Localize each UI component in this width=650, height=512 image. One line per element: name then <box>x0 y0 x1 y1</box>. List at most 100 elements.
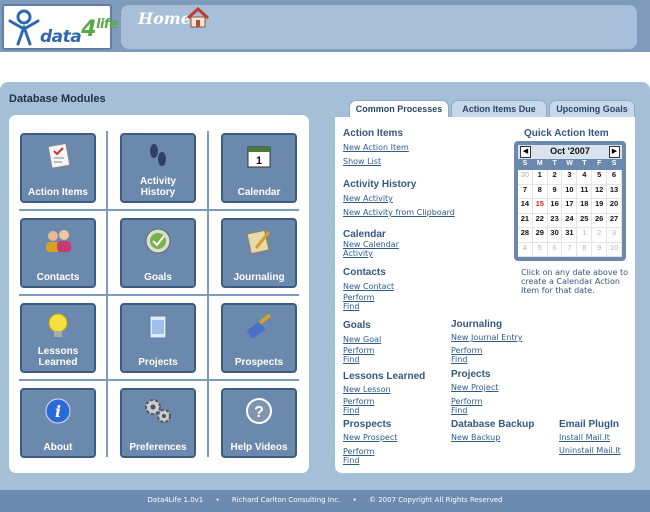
calendar-activity-link[interactable]: Activity <box>343 249 373 258</box>
install-mail-it-link[interactable]: Install Mail.It <box>559 433 610 442</box>
calendar-day[interactable]: 30 <box>547 228 563 243</box>
calendar-day[interactable]: 5 <box>532 242 548 257</box>
calendar-day[interactable]: 8 <box>577 242 593 257</box>
calendar-day[interactable]: 3 <box>607 228 622 243</box>
lessons-find-link[interactable]: Find <box>343 406 359 415</box>
calendar-day[interactable]: 28 <box>518 228 533 243</box>
calendar-day[interactable]: 25 <box>577 213 593 228</box>
calendar-day[interactable]: 18 <box>577 199 593 214</box>
new-backup-link[interactable]: New Backup <box>451 433 500 442</box>
calendar-month-label: Oct '2007 <box>550 146 590 156</box>
lessons-perform-link[interactable]: Perform <box>343 397 374 406</box>
calendar-day[interactable]: 1 <box>577 228 593 243</box>
database-backup-heading: Database Backup <box>451 419 535 430</box>
home-icon[interactable] <box>186 7 210 29</box>
new-journal-entry-link[interactable]: New Journal Entry <box>451 333 523 342</box>
projects-perform-link[interactable]: Perform <box>451 397 482 406</box>
new-activity-clipboard-link[interactable]: New Activity from Clipboard <box>343 208 455 217</box>
module-prospects[interactable]: Prospects <box>221 303 297 373</box>
module-journaling[interactable]: Journaling <box>221 218 297 288</box>
calendar-day[interactable]: 15 <box>532 199 548 214</box>
calendar-day[interactable]: 12 <box>592 184 608 199</box>
new-lesson-link[interactable]: New Lesson <box>343 385 391 394</box>
module-lessons-learned[interactable]: Lessons Learned <box>20 303 96 373</box>
module-help-videos[interactable]: ? Help Videos <box>221 388 297 458</box>
new-goal-link[interactable]: New Goal <box>343 335 381 344</box>
module-preferences[interactable]: Preferences <box>120 388 196 458</box>
paintbrush-icon <box>246 313 272 339</box>
prospects-find-link[interactable]: Find <box>343 456 359 465</box>
calendar-day[interactable]: 4 <box>518 242 533 257</box>
calendar-day[interactable]: 17 <box>562 199 578 214</box>
weekday-label: F <box>597 160 602 167</box>
new-activity-link[interactable]: New Activity <box>343 194 393 203</box>
calendar-day[interactable]: 30 <box>518 170 533 185</box>
app-logo[interactable]: data4life <box>2 4 118 50</box>
calendar-day[interactable]: 26 <box>592 213 608 228</box>
calendar-day[interactable]: 20 <box>607 199 622 214</box>
tab-action-items-due[interactable]: Action Items Due <box>451 100 547 117</box>
activity-history-heading: Activity History <box>343 179 417 190</box>
calendar-day[interactable]: 11 <box>577 184 593 199</box>
svg-text:1: 1 <box>256 155 262 167</box>
calendar-day[interactable]: 10 <box>607 242 622 257</box>
calendar-day[interactable]: 21 <box>518 213 533 228</box>
calendar-day[interactable]: 7 <box>562 242 578 257</box>
calendar-day[interactable]: 4 <box>577 170 593 185</box>
calendar-day[interactable]: 3 <box>562 170 578 185</box>
journaling-perform-link[interactable]: Perform <box>451 346 482 355</box>
calendar-day[interactable]: 6 <box>607 170 622 185</box>
goals-find-link[interactable]: Find <box>343 355 359 364</box>
contacts-perform-link[interactable]: Perform <box>343 293 374 302</box>
weekday-label: T <box>552 160 557 167</box>
calendar-day[interactable]: 14 <box>518 199 533 214</box>
calendar-day[interactable]: 8 <box>532 184 548 199</box>
next-month-button[interactable]: ▶ <box>609 146 620 158</box>
tab-common-processes[interactable]: Common Processes <box>349 100 449 118</box>
calendar-day[interactable]: 7 <box>518 184 533 199</box>
uninstall-mail-it-link[interactable]: Uninstall Mail.It <box>559 446 621 455</box>
calendar-heading: Calendar <box>343 229 386 240</box>
calendar-day[interactable]: 31 <box>562 228 578 243</box>
new-contact-link[interactable]: New Contact <box>343 282 394 291</box>
new-project-link[interactable]: New Project <box>451 383 498 392</box>
calendar-day[interactable]: 16 <box>547 199 563 214</box>
calendar-day[interactable]: 9 <box>547 184 563 199</box>
weekday-label: S <box>522 160 528 167</box>
calendar-day[interactable]: 10 <box>562 184 578 199</box>
grid-divider <box>19 209 299 211</box>
goals-perform-link[interactable]: Perform <box>343 346 374 355</box>
prospects-perform-link[interactable]: Perform <box>343 447 374 456</box>
calendar-day[interactable]: 27 <box>607 213 622 228</box>
calendar-day[interactable]: 5 <box>592 170 608 185</box>
calendar-day[interactable]: 6 <box>547 242 563 257</box>
module-about[interactable]: i About <box>20 388 96 458</box>
module-projects[interactable]: Projects <box>120 303 196 373</box>
calendar-day[interactable]: 29 <box>532 228 548 243</box>
contacts-find-link[interactable]: Find <box>343 302 359 311</box>
calendar-day[interactable]: 2 <box>547 170 563 185</box>
calendar-day[interactable]: 9 <box>592 242 608 257</box>
calendar-day[interactable]: 2 <box>592 228 608 243</box>
calendar-day[interactable]: 1 <box>532 170 548 185</box>
tab-upcoming-goals[interactable]: Upcoming Goals <box>549 100 635 117</box>
calendar-day[interactable]: 13 <box>607 184 622 199</box>
calendar-day[interactable]: 19 <box>592 199 608 214</box>
calendar-day[interactable]: 24 <box>562 213 578 228</box>
calendar-day[interactable]: 23 <box>547 213 563 228</box>
new-calendar-link[interactable]: New Calendar <box>343 240 399 249</box>
new-action-item-link[interactable]: New Action Item <box>343 143 409 152</box>
module-calendar[interactable]: 1 Calendar <box>221 133 297 203</box>
show-list-link[interactable]: Show List <box>343 157 381 166</box>
footer-text: Data4Life 1.0v1 • Richard Carlton Consul… <box>0 496 650 504</box>
journaling-find-link[interactable]: Find <box>451 355 467 364</box>
new-prospect-link[interactable]: New Prospect <box>343 433 397 442</box>
calendar-day[interactable]: 22 <box>532 213 548 228</box>
module-action-items[interactable]: Action Items <box>20 133 96 203</box>
calendar-grid: 30 1 2 3 4 5 6 7 8 9 10 11 12 13 14 15 16 17 18 19 20 21 22 23 2… <box>518 170 622 257</box>
module-contacts[interactable]: Contacts <box>20 218 96 288</box>
projects-find-link[interactable]: Find <box>451 406 467 415</box>
weekday-label: S <box>611 160 617 167</box>
module-activity-history[interactable]: Activity History <box>120 133 196 203</box>
module-goals[interactable]: Goals <box>120 218 196 288</box>
